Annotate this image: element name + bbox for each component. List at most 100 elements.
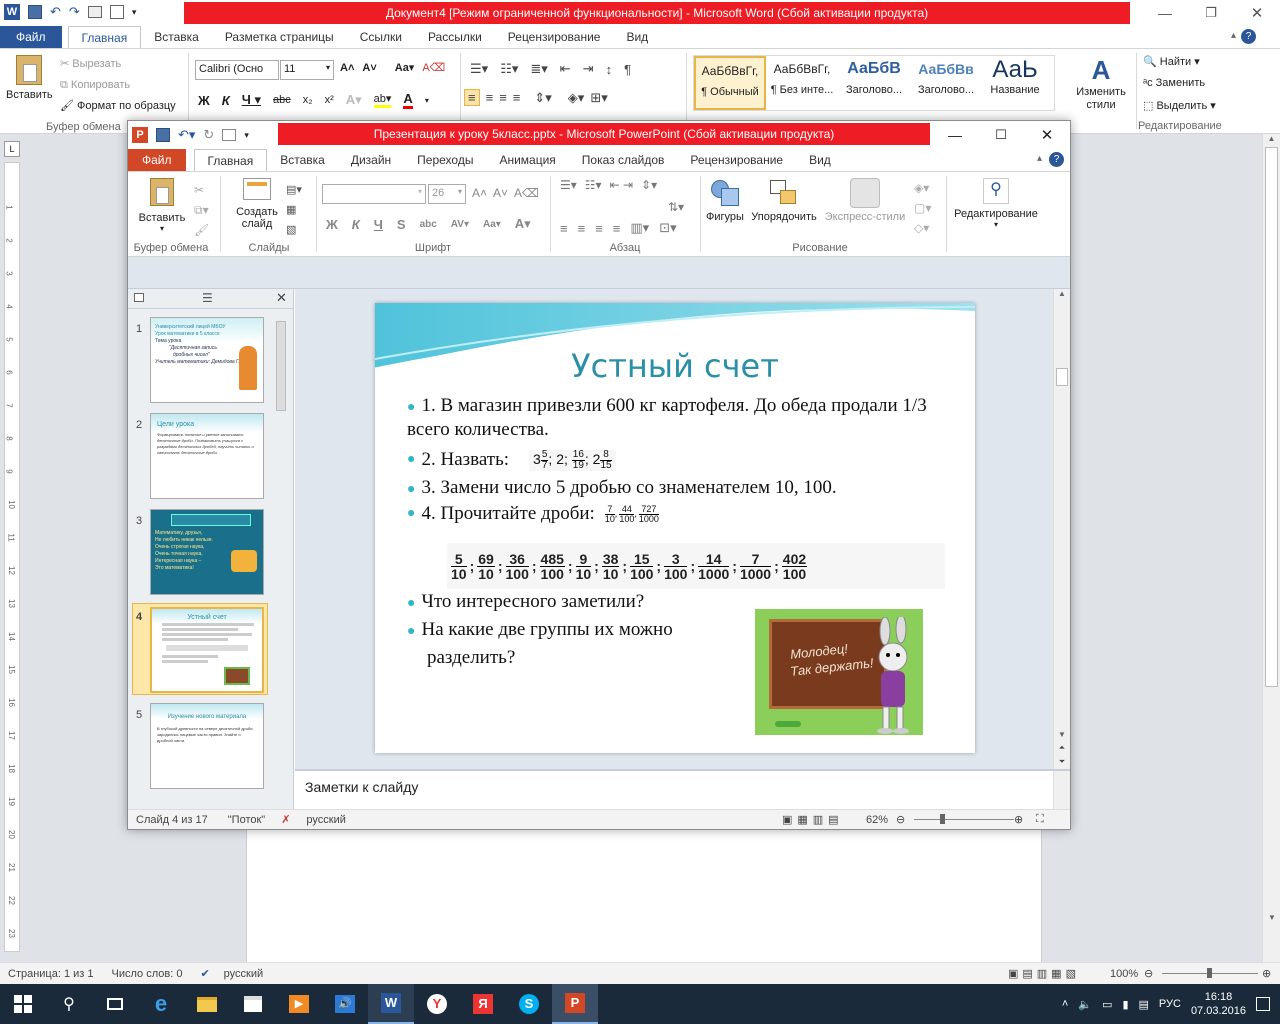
word-scroll-up-arrow[interactable]: ▲ (1263, 134, 1280, 143)
ppt-align-left-icon[interactable]: ≡ (560, 221, 568, 236)
word-tab-insert[interactable]: Вставка (141, 26, 212, 48)
justify-icon[interactable]: ≡ (513, 90, 521, 105)
slides-tab-icon[interactable] (134, 293, 144, 302)
slide-item-6-cont[interactable]: разделить? (427, 647, 515, 669)
word-help-icon[interactable]: ? (1241, 29, 1256, 44)
word-tab-review[interactable]: Рецензирование (495, 26, 614, 48)
ppt-strike-icon[interactable]: abc (420, 219, 437, 230)
borders-icon[interactable]: ⊞▾ (590, 90, 607, 106)
ppt-theme-name[interactable]: "Поток" (228, 814, 265, 826)
subscript-icon[interactable]: x₂ (303, 94, 313, 106)
slide-item-6[interactable]: ● На какие две группы их можно (407, 619, 673, 641)
word-change-styles-button[interactable]: A Изменить стили (1070, 55, 1132, 112)
pane-close-icon[interactable]: ✕ (276, 290, 287, 306)
ppt-line-spacing-icon[interactable]: ⇕▾ (641, 178, 657, 192)
battery-icon[interactable]: ▮ (1122, 998, 1128, 1011)
ppt-paste-button[interactable]: Вставить ▾ (134, 178, 190, 233)
ppt-help-icon[interactable]: ? (1049, 152, 1064, 167)
style-heading2[interactable]: АаБбВв Заголово... (910, 56, 982, 110)
multilevel-icon[interactable]: ≣▾ (530, 61, 547, 77)
slide-thumb-3[interactable]: Математику, друзья, Не любить никак нель… (150, 509, 264, 595)
word-zoom-level[interactable]: 100% (1110, 968, 1138, 980)
word-tab-home[interactable]: Главная (67, 26, 142, 48)
slide-thumb-1[interactable]: Университетский лицей МБОУ Урок математи… (150, 317, 264, 403)
word-view-buttons[interactable]: ▣▤▥▦▧ (1008, 967, 1080, 980)
ppt-align-right-icon[interactable]: ≡ (595, 221, 603, 236)
italic-icon[interactable]: К (222, 93, 230, 108)
sort-icon[interactable]: ↕ (606, 62, 613, 77)
increase-indent-icon[interactable]: ⇥ (583, 61, 594, 77)
clock[interactable]: 16:18 07.03.2016 (1191, 990, 1246, 1018)
ppt-editing-button[interactable]: ⚲ Редактирование ▾ (950, 178, 1042, 229)
word-paste-button[interactable]: Вставить (6, 53, 53, 111)
slide-title[interactable]: Устный счет (375, 347, 975, 385)
rabbit-chalkboard-picture[interactable]: Молодец! Так держать! (755, 609, 923, 735)
word-zoom-out-icon[interactable]: ⊖ (1144, 967, 1153, 980)
word-format-painter-button[interactable]: 🖌 Формат по образцу (60, 99, 176, 112)
ppt-file-tab[interactable]: Файл (128, 149, 186, 171)
ppt-ribbon-collapse-icon[interactable]: ▴ (1037, 153, 1042, 164)
align-right-icon[interactable]: ≡ (499, 90, 507, 105)
ppt-columns-icon[interactable]: ▥▾ (630, 220, 649, 236)
ppt-scroll-thumb[interactable] (1056, 368, 1068, 386)
ppt-minimize-button[interactable]: — (932, 127, 978, 143)
ppt-clear-format-icon[interactable]: A⌫ (514, 186, 539, 200)
clear-format-icon[interactable]: A⌫ (422, 61, 445, 74)
ppt-spacing-icon[interactable]: AV▾ (451, 219, 469, 230)
ppt-tab-design[interactable]: Дизайн (338, 149, 404, 171)
ppt-grow-font-icon[interactable]: A˄ (472, 186, 487, 200)
ppt-case-icon[interactable]: Aa▾ (483, 219, 501, 230)
word-file-tab[interactable]: Файл (0, 26, 62, 48)
word-scroll-down-arrow[interactable]: ▼ (1263, 913, 1280, 922)
word-ruler-toggle[interactable]: L (4, 141, 20, 157)
word-close-button[interactable]: ✕ (1234, 4, 1280, 22)
slide-thumb-2[interactable]: Цели урока Формировать понятие и умение … (150, 413, 264, 499)
pilcrow-icon[interactable]: ¶ (624, 62, 631, 77)
ppt-qat-dropdown-icon[interactable]: ▾ (244, 130, 249, 141)
network-icon[interactable]: ▭ (1102, 998, 1112, 1011)
ppt-language[interactable]: русский (306, 814, 345, 826)
ppt-shrink-font-icon[interactable]: A˅ (493, 186, 508, 200)
thumbs-scrollbar[interactable] (274, 311, 288, 805)
input-language[interactable]: РУС (1159, 998, 1181, 1010)
ppt-prev-slide-icon[interactable]: ⏶ (1054, 743, 1070, 753)
redo-icon[interactable]: ↷ (69, 4, 80, 20)
ppt-indent-icons[interactable]: ⇤ ⇥ (610, 178, 633, 192)
taskbar-skype[interactable]: S (506, 984, 552, 1024)
word-find-button[interactable]: 🔍 Найти ▾ (1143, 55, 1200, 68)
ppt-font-size-box[interactable]: 26 ▾ (428, 184, 466, 204)
slide-item-2[interactable]: ● 2. Назвать: 3 5 7; 2; 16 19; 2 8 15 (407, 449, 616, 471)
bullets-icon[interactable]: ☰▾ (470, 61, 488, 77)
ppt-close-button[interactable]: ✕ (1024, 126, 1070, 144)
font-color-icon[interactable]: A (403, 91, 413, 109)
word-font-size-box[interactable]: 11 ▾ (280, 60, 334, 80)
taskbar-yandex[interactable]: Я (460, 984, 506, 1024)
ppt-zoom-level[interactable]: 62% (866, 814, 888, 826)
ppt-tab-animation[interactable]: Анимация (486, 149, 568, 171)
word-tab-references[interactable]: Ссылки (347, 26, 415, 48)
slide-item-5[interactable]: ● Что интересного заметили? (407, 591, 644, 613)
ppt-fit-slide-icon[interactable]: ⛶ (1036, 813, 1044, 826)
word-scroll-thumb[interactable] (1265, 147, 1278, 687)
slide-item-1[interactable]: ● 1. В магазин привезли 600 кг картофеля.… (407, 395, 927, 441)
ppt-save-icon[interactable] (156, 128, 170, 142)
highlight-icon[interactable]: ab▾ (373, 92, 392, 108)
ppt-slide-indicator[interactable]: Слайд 4 из 17 (136, 814, 208, 826)
ppt-numbering-icon[interactable]: ☷▾ (585, 178, 602, 192)
shading-icon[interactable]: ◈▾ (568, 90, 585, 106)
qat-dropdown-icon[interactable]: ▾ (132, 7, 137, 18)
tray-chevron-icon[interactable]: ˄ (1062, 998, 1068, 1010)
ppt-bold-icon[interactable]: Ж (326, 217, 338, 232)
ppt-tab-slideshow[interactable]: Показ слайдов (569, 149, 678, 171)
word-word-count[interactable]: Число слов: 0 (112, 968, 183, 980)
word-replace-button[interactable]: ᵃc Заменить (1143, 77, 1205, 89)
word-page[interactable] (246, 828, 1042, 962)
word-zoom-slider-thumb[interactable] (1207, 968, 1212, 978)
word-page-count[interactable]: Страница: 1 из 1 (8, 968, 94, 980)
word-font-name-box[interactable]: Calibri (Осно (195, 60, 279, 80)
search-button[interactable]: ⚲ (46, 984, 92, 1024)
ppt-zoom-in-icon[interactable]: ⊕ (1014, 813, 1023, 826)
ppt-justify-icon[interactable]: ≡ (613, 221, 621, 236)
strikethrough-icon[interactable]: abc (273, 94, 291, 106)
ppt-notes-pane[interactable]: Заметки к слайду (295, 769, 1070, 809)
